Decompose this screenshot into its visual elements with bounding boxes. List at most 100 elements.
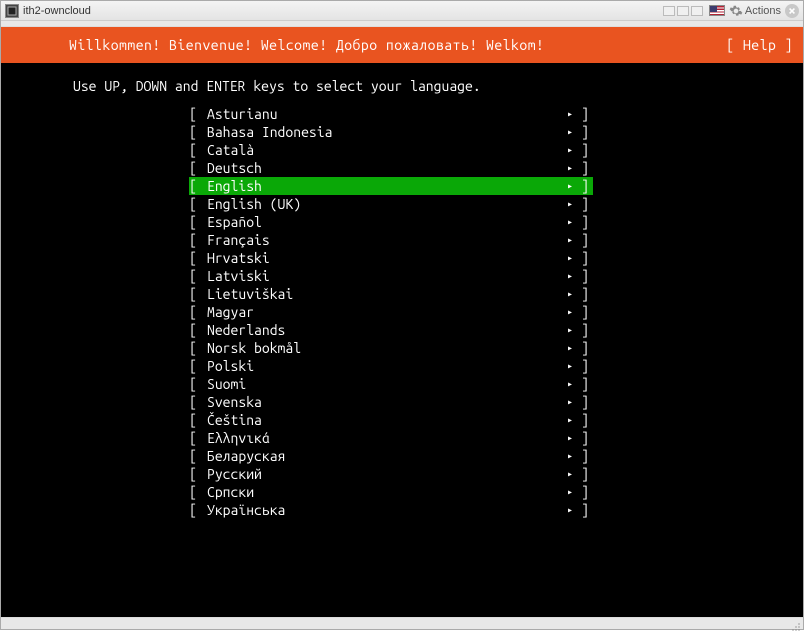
bracket-left: [ <box>189 195 205 213</box>
submenu-arrow-icon: ▸ <box>563 429 577 447</box>
language-name: Українська <box>205 501 563 519</box>
bracket-right: ] <box>577 501 593 519</box>
language-name: Català <box>205 141 563 159</box>
language-option[interactable]: [ Čeština▸] <box>189 411 593 429</box>
language-name: Bahasa Indonesia <box>205 123 563 141</box>
bracket-right: ] <box>577 249 593 267</box>
instruction-text: Use UP, DOWN and ENTER keys to select yo… <box>1 77 803 95</box>
language-option[interactable]: [ Polski▸] <box>189 357 593 375</box>
submenu-arrow-icon: ▸ <box>563 465 577 483</box>
language-name: English <box>205 177 563 195</box>
language-name: Nederlands <box>205 321 563 339</box>
gear-icon[interactable] <box>729 4 743 18</box>
language-option[interactable]: [ Deutsch▸] <box>189 159 593 177</box>
app-icon <box>5 4 19 18</box>
header-bar: Willkommen! Bienvenue! Welcome! Добро по… <box>1 27 803 63</box>
actions-label[interactable]: Actions <box>745 5 781 17</box>
submenu-arrow-icon: ▸ <box>563 123 577 141</box>
language-name: Polski <box>205 357 563 375</box>
bracket-left: [ <box>189 483 205 501</box>
bracket-right: ] <box>577 483 593 501</box>
bracket-left: [ <box>189 321 205 339</box>
submenu-arrow-icon: ▸ <box>563 393 577 411</box>
welcome-text: Willkommen! Bienvenue! Welcome! Добро по… <box>69 36 544 54</box>
submenu-arrow-icon: ▸ <box>563 303 577 321</box>
submenu-arrow-icon: ▸ <box>563 159 577 177</box>
language-option[interactable]: [ Svenska▸] <box>189 393 593 411</box>
language-option[interactable]: [ English▸] <box>189 177 593 195</box>
language-option[interactable]: [ Hrvatski▸] <box>189 249 593 267</box>
language-option[interactable]: [ Bahasa Indonesia▸] <box>189 123 593 141</box>
language-option[interactable]: [ Русский▸] <box>189 465 593 483</box>
bracket-left: [ <box>189 375 205 393</box>
bracket-left: [ <box>189 159 205 177</box>
submenu-arrow-icon: ▸ <box>563 231 577 249</box>
bracket-left: [ <box>189 303 205 321</box>
submenu-arrow-icon: ▸ <box>563 195 577 213</box>
bracket-left: [ <box>189 357 205 375</box>
language-name: Español <box>205 213 563 231</box>
language-option[interactable]: [ Asturianu▸] <box>189 105 593 123</box>
submenu-arrow-icon: ▸ <box>563 285 577 303</box>
language-option[interactable]: [ Français▸] <box>189 231 593 249</box>
resize-grip-icon[interactable] <box>789 619 801 629</box>
status-bar <box>1 617 803 629</box>
language-option[interactable]: [ Nederlands▸] <box>189 321 593 339</box>
submenu-arrow-icon: ▸ <box>563 501 577 519</box>
flag-icon[interactable] <box>709 5 725 16</box>
help-button[interactable]: [ Help ] <box>726 36 793 54</box>
window-mode-icons[interactable] <box>663 6 703 16</box>
window-mode-icon-3[interactable] <box>691 6 703 16</box>
bracket-right: ] <box>577 195 593 213</box>
submenu-arrow-icon: ▸ <box>563 213 577 231</box>
submenu-arrow-icon: ▸ <box>563 411 577 429</box>
bracket-left: [ <box>189 447 205 465</box>
language-name: Asturianu <box>205 105 563 123</box>
bracket-left: [ <box>189 123 205 141</box>
bracket-right: ] <box>577 357 593 375</box>
language-list[interactable]: [ Asturianu▸][ Bahasa Indonesia▸][ Catal… <box>1 105 803 519</box>
submenu-arrow-icon: ▸ <box>563 321 577 339</box>
bracket-left: [ <box>189 177 205 195</box>
language-option[interactable]: [ Українська▸] <box>189 501 593 519</box>
language-name: English (UK) <box>205 195 563 213</box>
language-option[interactable]: [ Српски▸] <box>189 483 593 501</box>
language-option[interactable]: [ Magyar▸] <box>189 303 593 321</box>
language-option[interactable]: [ Беларуская▸] <box>189 447 593 465</box>
language-name: Norsk bokmål <box>205 339 563 357</box>
bracket-left: [ <box>189 267 205 285</box>
language-name: Deutsch <box>205 159 563 177</box>
window-title: ith2-owncloud <box>23 5 91 17</box>
language-option[interactable]: [ Español▸] <box>189 213 593 231</box>
language-option[interactable]: [ English (UK)▸] <box>189 195 593 213</box>
submenu-arrow-icon: ▸ <box>563 105 577 123</box>
language-name: Српски <box>205 483 563 501</box>
window-mode-icon-1[interactable] <box>663 6 675 16</box>
language-name: Беларуская <box>205 447 563 465</box>
language-option[interactable]: [ Lietuviškai▸] <box>189 285 593 303</box>
bracket-right: ] <box>577 213 593 231</box>
language-option[interactable]: [ Norsk bokmål▸] <box>189 339 593 357</box>
window-mode-icon-2[interactable] <box>677 6 689 16</box>
submenu-arrow-icon: ▸ <box>563 447 577 465</box>
language-option[interactable]: [ Ελληνικά▸] <box>189 429 593 447</box>
close-icon[interactable] <box>785 4 799 18</box>
bracket-left: [ <box>189 231 205 249</box>
language-option[interactable]: [ Català▸] <box>189 141 593 159</box>
console-area: Willkommen! Bienvenue! Welcome! Добро по… <box>1 27 803 617</box>
bracket-right: ] <box>577 267 593 285</box>
title-bar: ith2-owncloud Actions <box>1 1 803 21</box>
submenu-arrow-icon: ▸ <box>563 249 577 267</box>
submenu-arrow-icon: ▸ <box>563 339 577 357</box>
language-option[interactable]: [ Suomi▸] <box>189 375 593 393</box>
bracket-right: ] <box>577 177 593 195</box>
bracket-left: [ <box>189 429 205 447</box>
language-name: Suomi <box>205 375 563 393</box>
bracket-right: ] <box>577 393 593 411</box>
application-window: ith2-owncloud Actions Willkommen! Bienve… <box>0 0 804 630</box>
language-name: Ελληνικά <box>205 429 563 447</box>
bracket-right: ] <box>577 411 593 429</box>
language-option[interactable]: [ Latviski▸] <box>189 267 593 285</box>
submenu-arrow-icon: ▸ <box>563 483 577 501</box>
bracket-right: ] <box>577 285 593 303</box>
